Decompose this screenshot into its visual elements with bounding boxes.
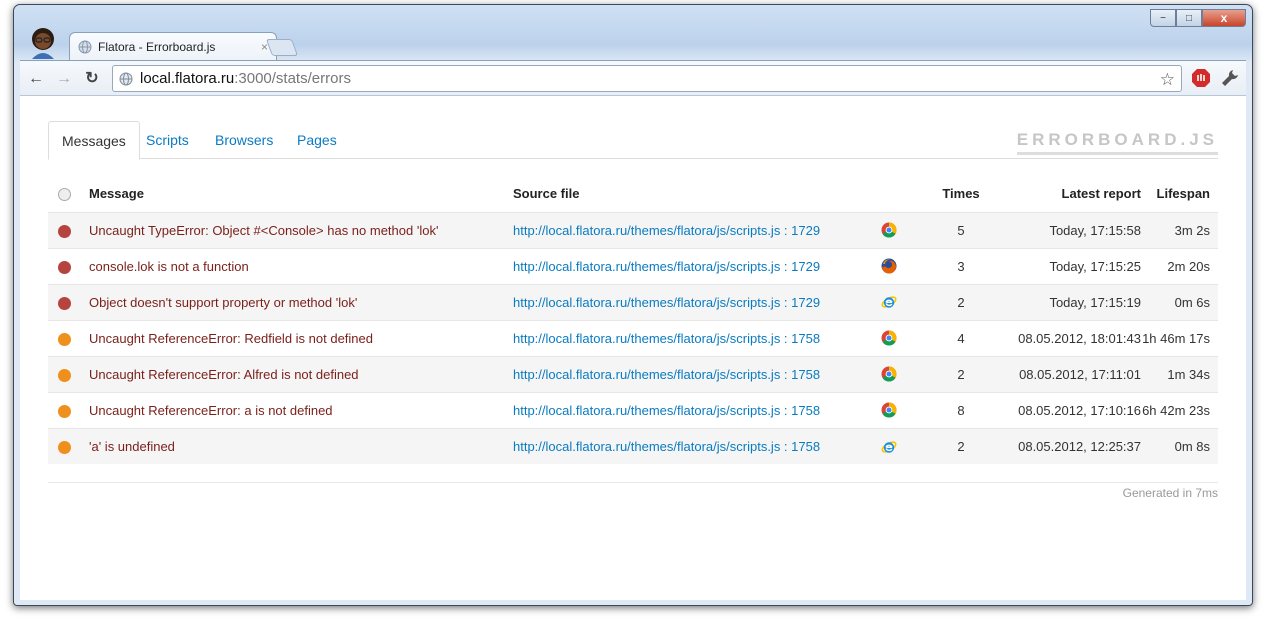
latest-report: 08.05.2012, 17:11:01 <box>1019 366 1141 382</box>
close-window-button[interactable]: x <box>1202 9 1246 27</box>
tab-pages[interactable]: Pages <box>284 121 350 159</box>
severity-dot <box>58 404 71 418</box>
minimize-button[interactable]: − <box>1150 9 1176 27</box>
error-message[interactable]: Uncaught ReferenceError: Alfred is not d… <box>89 367 359 382</box>
error-message[interactable]: Object doesn't support property or metho… <box>89 295 357 310</box>
globe-icon <box>78 40 92 53</box>
footer-divider <box>48 482 1218 483</box>
latest-report: 08.05.2012, 18:01:43 <box>1018 330 1141 346</box>
source-file-link[interactable]: http://local.flatora.ru/themes/flatora/j… <box>513 295 820 310</box>
column-lifespan[interactable]: Lifespan <box>1141 176 1218 212</box>
lifespan: 2m 20s <box>1167 258 1210 274</box>
user-avatar-icon[interactable] <box>28 25 58 59</box>
wrench-icon[interactable] <box>1220 68 1240 88</box>
address-bar[interactable]: local.flatora.ru:3000/stats/errors ☆ <box>112 65 1182 92</box>
tab-messages[interactable]: Messages <box>48 121 140 160</box>
bookmark-star-icon[interactable]: ☆ <box>1160 70 1175 90</box>
error-message[interactable]: Uncaught TypeError: Object #<Console> ha… <box>89 223 438 238</box>
latest-report: Today, 17:15:19 <box>1049 294 1141 310</box>
globe-icon <box>119 72 133 85</box>
table-row[interactable]: 'a' is undefined http://local.flatora.ru… <box>48 427 1218 464</box>
back-button[interactable]: ← <box>26 69 46 89</box>
browser-window: Flatora - Errorboard.js × − □ x ← → ↻ lo… <box>13 4 1253 606</box>
error-message[interactable]: Uncaught ReferenceError: Redfield is not… <box>89 331 373 346</box>
window-controls: − □ x <box>1150 9 1246 27</box>
severity-dot <box>58 368 71 382</box>
page-content: Messages Scripts Browsers Pages ERRORBOA… <box>20 96 1246 600</box>
tab-scripts[interactable]: Scripts <box>133 121 202 159</box>
chrome-icon <box>881 402 897 418</box>
generated-time: Generated in 7ms <box>1122 486 1218 500</box>
source-file-link[interactable]: http://local.flatora.ru/themes/flatora/j… <box>513 259 820 274</box>
firefox-icon <box>881 258 897 274</box>
forward-button[interactable]: → <box>54 69 74 89</box>
times-count: 2 <box>957 294 965 310</box>
severity-dot <box>58 440 71 454</box>
source-file-link[interactable]: http://local.flatora.ru/themes/flatora/j… <box>513 439 820 454</box>
tab-browsers[interactable]: Browsers <box>202 121 286 159</box>
browser-toolbar: ← → ↻ local.flatora.ru:3000/stats/errors… <box>20 60 1246 96</box>
maximize-button[interactable]: □ <box>1176 9 1202 27</box>
lifespan: 6h 42m 23s <box>1142 402 1210 418</box>
severity-dot <box>58 296 71 310</box>
ie-icon <box>881 294 897 309</box>
latest-report: 08.05.2012, 17:10:16 <box>1018 402 1141 418</box>
latest-report: Today, 17:15:58 <box>1049 222 1141 238</box>
chrome-icon <box>881 222 897 238</box>
new-tab-button[interactable] <box>265 39 299 56</box>
errors-table: Message Source file Times Latest report … <box>48 176 1218 464</box>
lifespan: 1m 34s <box>1167 366 1210 382</box>
chrome-icon <box>881 330 897 346</box>
source-file-link[interactable]: http://local.flatora.ru/themes/flatora/j… <box>513 403 820 418</box>
source-file-link[interactable]: http://local.flatora.ru/themes/flatora/j… <box>513 223 820 238</box>
column-times[interactable]: Times <box>931 176 991 212</box>
browser-tab[interactable]: Flatora - Errorboard.js × <box>69 32 277 60</box>
severity-dot <box>58 332 71 346</box>
times-count: 2 <box>957 366 965 382</box>
select-all-toggle[interactable] <box>58 188 71 202</box>
nav-tabs: Messages Scripts Browsers Pages ERRORBOA… <box>48 121 1218 160</box>
column-source[interactable]: Source file <box>513 176 881 212</box>
table-row[interactable]: Object doesn't support property or metho… <box>48 283 1218 320</box>
column-latest-report[interactable]: Latest report <box>991 176 1141 212</box>
severity-dot <box>58 224 71 238</box>
table-row[interactable]: console.lok is not a function http://loc… <box>48 247 1218 284</box>
times-count: 4 <box>957 330 965 346</box>
times-count: 2 <box>957 438 965 454</box>
url-host: local.flatora.ru <box>140 70 235 87</box>
reload-button[interactable]: ↻ <box>82 69 102 89</box>
severity-dot <box>58 260 71 274</box>
lifespan: 1h 46m 17s <box>1142 330 1210 346</box>
chrome-icon <box>881 366 897 382</box>
error-message[interactable]: Uncaught ReferenceError: a is not define… <box>89 403 333 418</box>
times-count: 8 <box>957 402 965 418</box>
adblock-extension-icon[interactable] <box>1192 69 1210 87</box>
lifespan: 0m 6s <box>1174 294 1210 310</box>
brand-logo: ERRORBOARD.JS <box>1016 130 1218 155</box>
source-file-link[interactable]: http://local.flatora.ru/themes/flatora/j… <box>513 331 820 346</box>
table-row[interactable]: Uncaught ReferenceError: a is not define… <box>48 391 1218 428</box>
tab-title: Flatora - Errorboard.js <box>98 39 216 54</box>
latest-report: Today, 17:15:25 <box>1049 258 1141 274</box>
table-row[interactable]: Uncaught TypeError: Object #<Console> ha… <box>48 211 1218 248</box>
latest-report: 08.05.2012, 12:25:37 <box>1018 438 1141 454</box>
url-path: :3000/stats/errors <box>234 70 351 87</box>
error-message[interactable]: 'a' is undefined <box>89 439 175 454</box>
times-count: 3 <box>957 258 965 274</box>
table-row[interactable]: Uncaught ReferenceError: Alfred is not d… <box>48 355 1218 392</box>
ie-icon <box>881 438 897 453</box>
error-message[interactable]: console.lok is not a function <box>89 259 249 274</box>
times-count: 5 <box>957 222 965 238</box>
source-file-link[interactable]: http://local.flatora.ru/themes/flatora/j… <box>513 367 820 382</box>
column-message[interactable]: Message <box>89 176 513 212</box>
table-row[interactable]: Uncaught ReferenceError: Redfield is not… <box>48 319 1218 356</box>
lifespan: 0m 8s <box>1174 438 1210 454</box>
lifespan: 3m 2s <box>1174 222 1210 238</box>
